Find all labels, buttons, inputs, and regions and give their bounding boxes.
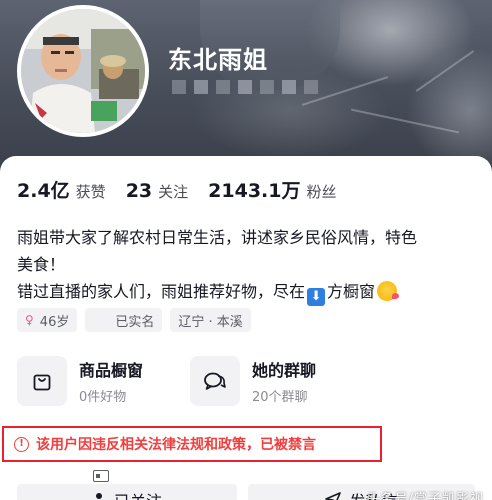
verified-label: 已实名 (115, 314, 155, 330)
down-arrow-icon: ⬇ (307, 288, 326, 306)
following-label: 关注 (158, 183, 189, 201)
shopping-bag-icon (17, 356, 67, 406)
female-icon: ♀ (25, 313, 34, 327)
followers-count[interactable]: 2143.1万 (208, 176, 300, 203)
age-label: 46岁 (39, 314, 70, 330)
person-icon (92, 491, 106, 500)
ban-warning-text: 该用户因违反相关法律法规和政策，已被禁言 (36, 437, 316, 453)
location-tag: 辽宁 · 本溪 (170, 308, 251, 332)
group-chat-title: 她的群聊 (252, 361, 317, 380)
group-chat-count: 20个群聊 (252, 390, 308, 405)
age-tag: ♀ 46岁 (17, 308, 78, 332)
group-chat-entry[interactable]: 她的群聊 20个群聊 (190, 356, 316, 406)
profile-bio: 雨姐带大家了解农村日常生活，讲述家乡民俗风情，特色 美食！ 错过直播的家人们，雨… (17, 224, 477, 306)
profile-content-card: 2.4亿 获赞 23 关注 2143.1万 粉丝 雨姐带大家了解农村日常生活，讲… (0, 156, 492, 500)
chat-bubbles-icon (190, 356, 240, 406)
profile-tags: ♀ 46岁 已实名 辽宁 · 本溪 (17, 308, 251, 482)
shop-window-entry[interactable]: 商品橱窗 0件好物 (17, 356, 143, 406)
bio-text: 错过直播的家人们，雨姐推荐好物，尽在 (17, 282, 306, 301)
warning-icon: ! (14, 436, 29, 452)
profile-nickname: 东北雨姐 (168, 46, 268, 74)
header-photo-branch (415, 50, 475, 92)
shop-window-title: 商品橱窗 (79, 361, 144, 380)
bio-text: 方橱窗 (327, 282, 376, 301)
redacted-account-id (172, 80, 318, 94)
avatar[interactable] (17, 5, 149, 137)
bio-line: 雨姐带大家了解农村日常生活，讲述家乡民俗风情，特色 (17, 228, 418, 247)
bio-line: 错过直播的家人们，雨姐推荐好物，尽在 ⬇ 方橱窗 (17, 278, 477, 306)
bio-line: 美食！ (17, 255, 66, 274)
shop-window-count: 0件好物 (79, 390, 127, 405)
id-card-icon (93, 470, 110, 482)
ban-warning-banner: ! 该用户因违反相关法律法规和政策，已被禁言 (2, 426, 382, 462)
avatar-photo (21, 9, 145, 133)
kissing-face-emoji-icon (377, 281, 400, 301)
header-photo-branch (350, 108, 460, 134)
follow-label: 已关注 (114, 488, 162, 500)
watermark: 头条号/赏子凯影视 (366, 492, 484, 500)
profile-stats: 2.4亿 获赞 23 关注 2143.1万 粉丝 (17, 176, 357, 203)
send-icon (325, 491, 342, 500)
likes-count[interactable]: 2.4亿 (17, 176, 70, 203)
location-label: 辽宁 · 本溪 (178, 314, 243, 330)
likes-label: 获赞 (75, 183, 106, 201)
verified-tag: 已实名 (85, 308, 163, 482)
follow-button[interactable]: 已关注 (17, 484, 237, 500)
following-count[interactable]: 23 (126, 180, 152, 202)
followers-label: 粉丝 (306, 183, 337, 201)
